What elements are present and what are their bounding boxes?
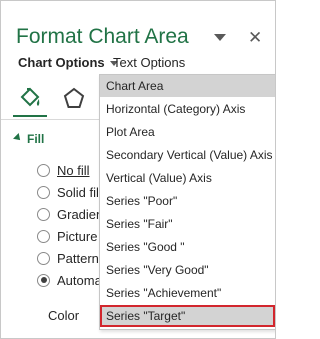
pane-title: Format Chart Area (16, 25, 189, 48)
radio-picture-fill[interactable]: Picture o (37, 227, 108, 245)
dropdown-item-series-good[interactable]: Series "Good " (100, 236, 275, 258)
radio-button[interactable] (37, 251, 50, 265)
dropdown-item-series-fair[interactable]: Series "Fair" (100, 213, 275, 235)
effects-button[interactable] (57, 83, 91, 113)
radio-button[interactable] (37, 229, 50, 243)
format-pane: Format Chart Area ✕ Chart Options Text O… (0, 0, 276, 339)
radio-button[interactable] (37, 185, 50, 199)
fill-line-button[interactable] (13, 83, 47, 117)
radio-label: No fill (57, 162, 90, 178)
chart-element-dropdown: Chart Area Horizontal (Category) Axis Pl… (99, 74, 275, 330)
dropdown-item-series-poor[interactable]: Series "Poor" (100, 190, 275, 212)
close-icon[interactable]: ✕ (248, 28, 262, 48)
radio-label: Solid fill (57, 184, 102, 200)
radio-button[interactable] (37, 163, 50, 177)
dropdown-item-series-very-good[interactable]: Series "Very Good" (100, 259, 275, 281)
active-tab-underline (13, 115, 47, 117)
radio-solid-fill[interactable]: Solid fill (37, 183, 102, 201)
title-dropdown-icon[interactable] (214, 34, 226, 41)
chart-options-tab[interactable]: Chart Options (18, 55, 118, 71)
radio-button[interactable] (37, 207, 50, 221)
dropdown-item-horizontal-axis[interactable]: Horizontal (Category) Axis (100, 98, 275, 120)
fill-collapse-caret-icon[interactable] (13, 133, 23, 143)
radio-gradient-fill[interactable]: Gradient (37, 205, 107, 223)
dropdown-item-secondary-vertical-axis[interactable]: Secondary Vertical (Value) Axis (100, 144, 275, 166)
fill-section-header[interactable]: Fill (27, 132, 44, 146)
fill-bucket-icon (20, 87, 40, 107)
color-label: Color (48, 308, 80, 323)
text-options-tab[interactable]: Text Options (113, 55, 185, 70)
dropdown-item-series-achievement[interactable]: Series "Achievement" (100, 282, 275, 304)
chart-options-label: Chart Options (18, 55, 105, 70)
radio-no-fill[interactable]: No fill (37, 161, 90, 179)
dropdown-item-vertical-axis[interactable]: Vertical (Value) Axis (100, 167, 275, 189)
dropdown-item-chart-area[interactable]: Chart Area (100, 75, 275, 97)
dropdown-item-plot-area[interactable]: Plot Area (100, 121, 275, 143)
radio-button[interactable] (37, 273, 50, 287)
radio-pattern-fill[interactable]: Pattern f (37, 249, 106, 267)
dropdown-item-series-target[interactable]: Series "Target" (100, 305, 275, 327)
pentagon-icon (63, 87, 85, 108)
radio-automatic[interactable]: Automat (37, 271, 105, 289)
